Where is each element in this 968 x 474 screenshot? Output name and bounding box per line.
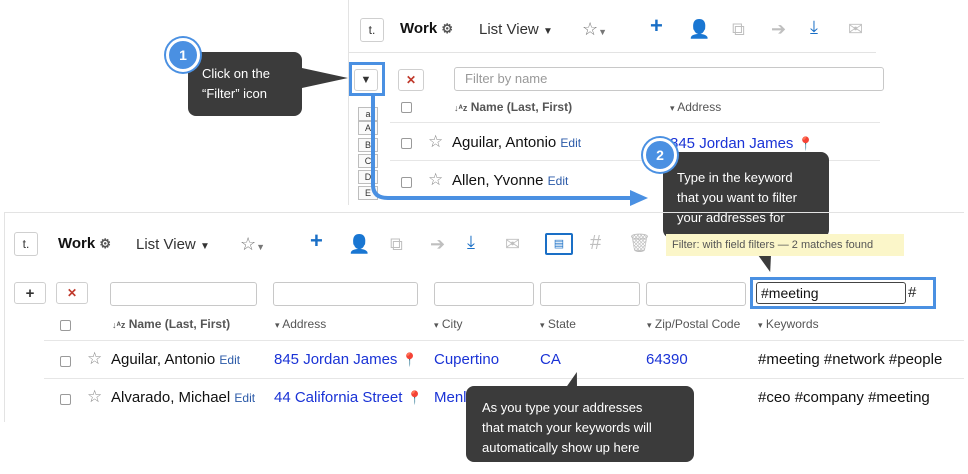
download-icon[interactable]: ⤓ bbox=[467, 233, 475, 251]
column-header-state[interactable]: ▾ State bbox=[540, 317, 576, 331]
sort-az-icon: ↓ᴬz bbox=[112, 320, 126, 330]
chevron-down-icon: ▼ bbox=[199, 241, 210, 252]
step3-text-line2: that match your keywords will bbox=[482, 420, 652, 435]
collapse-button[interactable]: t. bbox=[14, 232, 38, 256]
table-row-keywords[interactable]: #meeting #network #people bbox=[758, 351, 942, 368]
gear-icon[interactable]: ⚙ bbox=[99, 236, 111, 251]
column-header-zip[interactable]: ▾ Zip/Postal Code bbox=[647, 317, 740, 331]
mail-icon[interactable]: ✉ bbox=[505, 235, 520, 253]
add-user-icon[interactable]: 👤 bbox=[348, 235, 370, 253]
keyword-hash-button[interactable]: # bbox=[908, 284, 916, 301]
column-header-keywords[interactable]: ▾ Keywords bbox=[758, 317, 819, 331]
table-row-state[interactable]: CA bbox=[540, 351, 561, 368]
list-view-label: List View bbox=[136, 236, 196, 253]
step3-text-line3: automatically show up here bbox=[482, 440, 640, 455]
work-label: Work bbox=[58, 235, 96, 252]
step2-text-line1: Type in the keyword bbox=[677, 170, 793, 185]
step3-callout: As you type your addresses that match yo… bbox=[466, 386, 694, 462]
move-arrow-icon[interactable]: ➔ bbox=[430, 235, 445, 253]
filter-status-bar: Filter: with field filters — 2 matches f… bbox=[666, 234, 904, 256]
sort-down-icon: ▾ bbox=[540, 320, 545, 330]
row-checkbox[interactable] bbox=[60, 356, 71, 367]
name-filter-input[interactable] bbox=[110, 282, 257, 306]
trash-icon[interactable]: 🗑 bbox=[628, 234, 651, 252]
star-icon[interactable]: ☆ bbox=[87, 388, 102, 405]
sort-down-icon: ▾ bbox=[758, 320, 763, 330]
table-row-city[interactable]: Menl bbox=[434, 389, 467, 406]
clear-filter-button[interactable]: ✕ bbox=[56, 282, 88, 304]
address-filter-input[interactable] bbox=[273, 282, 418, 306]
table-row-address[interactable]: 845 Jordan James 📍 bbox=[274, 351, 418, 368]
sort-down-icon: ▾ bbox=[275, 320, 280, 330]
star-dropdown-icon[interactable]: ☆▼ bbox=[240, 235, 265, 256]
star-icon[interactable]: ☆ bbox=[87, 350, 102, 367]
bottom-panel-left-border bbox=[4, 212, 5, 422]
sort-down-icon: ▾ bbox=[434, 320, 439, 330]
table-row-city[interactable]: Cupertino bbox=[434, 351, 499, 368]
keyword-filter-input[interactable]: #meeting bbox=[756, 282, 906, 304]
close-icon: ✕ bbox=[66, 286, 78, 300]
table-row-name[interactable]: Alvarado, Michael Edit bbox=[111, 389, 255, 406]
copy-icon[interactable]: ⧉ bbox=[390, 235, 403, 253]
column-header-address[interactable]: ▾ Address bbox=[275, 317, 326, 331]
hashtag-icon[interactable]: # bbox=[590, 233, 601, 253]
table-row-keywords[interactable]: #ceo #company #meeting bbox=[758, 389, 930, 406]
connector-arrow-path bbox=[371, 96, 632, 200]
row-divider bbox=[44, 378, 964, 379]
table-row-zip[interactable]: 64390 bbox=[646, 351, 688, 368]
state-filter-input[interactable] bbox=[540, 282, 640, 306]
edit-link[interactable]: Edit bbox=[234, 391, 255, 405]
sort-down-icon: ▾ bbox=[647, 320, 652, 330]
add-filter-button[interactable]: + bbox=[14, 282, 46, 304]
edit-link[interactable]: Edit bbox=[219, 353, 240, 367]
add-icon[interactable]: + bbox=[310, 230, 323, 252]
step2-badge: 2 bbox=[643, 138, 677, 172]
map-pin-icon[interactable]: 📍 bbox=[407, 390, 423, 405]
map-pin-icon[interactable]: 📍 bbox=[402, 352, 418, 367]
zip-filter-input[interactable] bbox=[646, 282, 746, 306]
contact-card-icon[interactable]: ▤ bbox=[545, 233, 573, 255]
row-checkbox[interactable] bbox=[60, 394, 71, 405]
column-header-name[interactable]: ↓ᴬz Name (Last, First) bbox=[112, 317, 230, 331]
column-header-city[interactable]: ▾ City bbox=[434, 317, 463, 331]
city-filter-input[interactable] bbox=[434, 282, 534, 306]
table-row-address[interactable]: 44 California Street 📍 bbox=[274, 389, 423, 406]
row-divider bbox=[44, 340, 964, 341]
step3-text-line1: As you type your addresses bbox=[482, 400, 643, 415]
step2-text-line2: that you want to filter bbox=[677, 190, 797, 205]
select-all-checkbox[interactable] bbox=[60, 320, 71, 331]
bottom-panel-top-border bbox=[4, 212, 964, 213]
connector-arrow-head bbox=[630, 190, 648, 206]
work-folder-label[interactable]: Work ⚙ bbox=[58, 235, 111, 252]
list-view-dropdown[interactable]: List View ▼ bbox=[136, 236, 210, 253]
table-row-name[interactable]: Aguilar, Antonio Edit bbox=[111, 351, 240, 368]
